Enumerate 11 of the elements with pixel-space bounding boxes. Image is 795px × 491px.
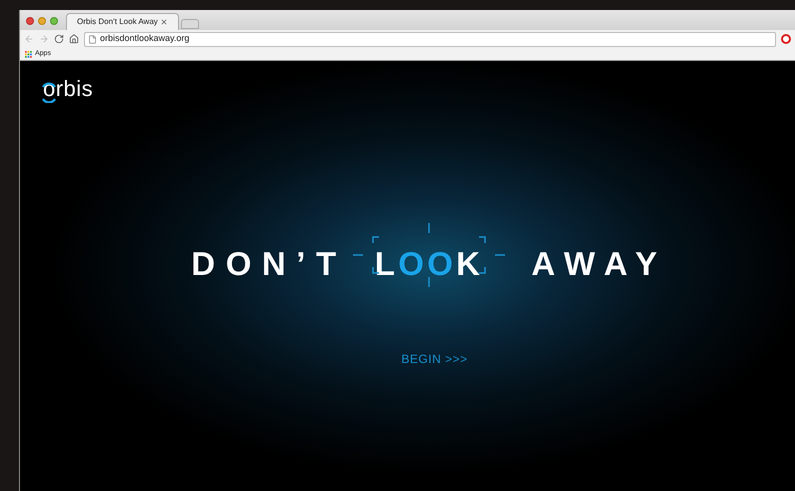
url-text: orbisdontlookaway.org [100, 32, 190, 46]
browser-tab[interactable]: Orbis Don’t Look Away [66, 13, 179, 30]
headline-letters: OO [398, 247, 456, 280]
address-bar[interactable]: orbisdontlookaway.org [84, 32, 776, 46]
headline-letters: L [374, 247, 398, 280]
logo-text[interactable]: orbis [43, 76, 94, 101]
tab-title: Orbis Don’t Look Away [77, 16, 158, 28]
headline-letters: K [456, 247, 484, 280]
headline-word: DON’T [191, 247, 347, 280]
begin-link[interactable]: BEGIN >>> [401, 350, 468, 368]
headline-word: AWAY [531, 247, 668, 280]
